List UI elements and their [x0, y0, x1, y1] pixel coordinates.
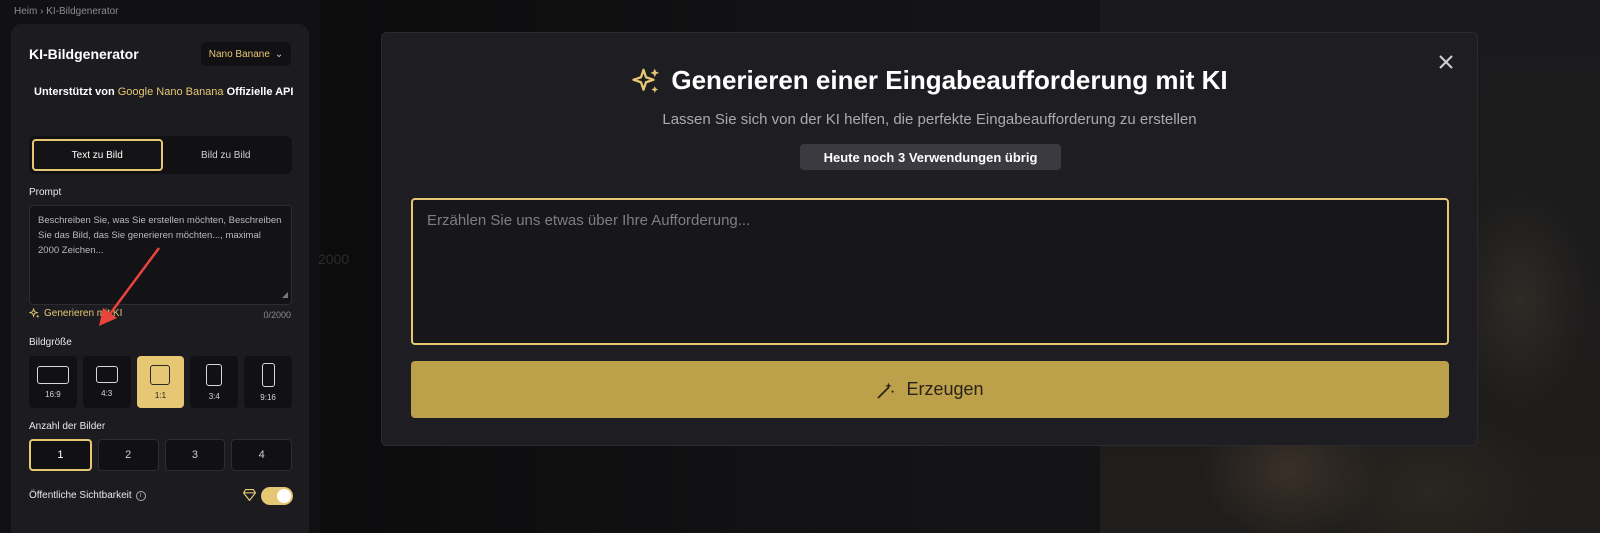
ai-prompt-placeholder: Erzählen Sie uns etwas über Ihre Aufford…: [427, 212, 751, 229]
sparkles-icon: [29, 308, 40, 319]
powered-brand: Google Nano Banana: [117, 86, 224, 98]
count-option-3[interactable]: 3: [164, 439, 226, 471]
count-option-1[interactable]: 1: [29, 439, 92, 471]
generate-button[interactable]: Erzeugen: [411, 361, 1449, 418]
usage-badge: Heute noch 3 Verwendungen übrig: [800, 144, 1061, 170]
size-option-label: 16:9: [45, 389, 61, 399]
powered-by-text: Unterstützt von Google Nano Banana Offiz…: [34, 84, 294, 101]
chevron-down-icon: ⌄: [274, 48, 284, 60]
powered-prefix: Unterstützt von: [34, 86, 115, 98]
count-option-2[interactable]: 2: [97, 439, 159, 471]
size-option-1-1[interactable]: 1:1: [136, 356, 185, 408]
public-visibility-label: Öffentliche Sichtbarkeit i: [29, 490, 146, 501]
public-visibility-toggle[interactable]: [261, 487, 293, 505]
image-size-options: 16:9 4:3 1:1 3:4 9:16: [29, 356, 292, 408]
mode-tabs: Text zu Bild Bild zu Bild: [29, 136, 292, 174]
ai-prompt-modal: Generieren einer Eingabeaufforderung mit…: [381, 32, 1478, 446]
prompt-label: Prompt: [29, 187, 62, 198]
model-select[interactable]: Nano Banane ⌄: [201, 42, 291, 66]
image-count-options: 1 2 3 4: [29, 439, 292, 471]
aspect-ratio-icon: [261, 362, 275, 387]
resize-grip-icon[interactable]: ◢: [282, 287, 288, 302]
background-counter-text: 2000: [318, 251, 350, 267]
ai-prompt-input[interactable]: Erzählen Sie uns etwas über Ihre Aufford…: [411, 198, 1449, 345]
modal-title: Generieren einer Eingabeaufforderung mit…: [382, 65, 1477, 96]
generate-button-label: Erzeugen: [906, 379, 984, 399]
powered-suffix: Offizielle API: [226, 86, 294, 98]
model-select-value: Nano Banane: [208, 48, 270, 60]
size-option-label: 4:3: [101, 389, 113, 398]
toggle-knob: [277, 489, 291, 503]
aspect-ratio-icon: [150, 364, 171, 385]
tab-text-to-image[interactable]: Text zu Bild: [32, 139, 163, 171]
aspect-ratio-icon: [36, 365, 69, 384]
breadcrumb[interactable]: Heim › KI-Bildgenerator: [14, 6, 118, 17]
public-visibility-text: Öffentliche Sichtbarkeit: [29, 490, 132, 501]
annotation-arrow: [99, 247, 161, 326]
size-option-label: 9:16: [260, 392, 276, 402]
sparkles-icon: [632, 68, 660, 93]
size-option-label: 1:1: [154, 390, 167, 400]
size-option-label: 3:4: [208, 391, 220, 401]
modal-title-text: Generieren einer Eingabeaufforderung mit…: [671, 65, 1228, 95]
char-counter: 0/2000: [263, 310, 291, 320]
modal-subtitle: Lassen Sie sich von der KI helfen, die p…: [662, 111, 1197, 128]
image-count-label: Anzahl der Bilder: [29, 421, 106, 432]
diamond-icon: [243, 489, 256, 501]
magic-wand-icon: [878, 382, 895, 398]
count-option-4[interactable]: 4: [231, 439, 292, 471]
size-option-16-9[interactable]: 16:9: [29, 356, 77, 408]
size-option-4-3[interactable]: 4:3: [82, 356, 131, 408]
tab-image-to-image[interactable]: Bild zu Bild: [163, 139, 290, 171]
info-icon[interactable]: i: [135, 490, 146, 501]
image-size-label: Bildgröße: [29, 337, 72, 348]
generator-panel: KI-Bildgenerator Nano Banane ⌄ Unterstüt…: [11, 24, 309, 533]
size-option-3-4[interactable]: 3:4: [190, 356, 239, 408]
aspect-ratio-icon: [206, 363, 223, 386]
size-option-9-16[interactable]: 9:16: [244, 356, 292, 408]
aspect-ratio-icon: [95, 366, 118, 383]
panel-title: KI-Bildgenerator: [29, 46, 139, 62]
